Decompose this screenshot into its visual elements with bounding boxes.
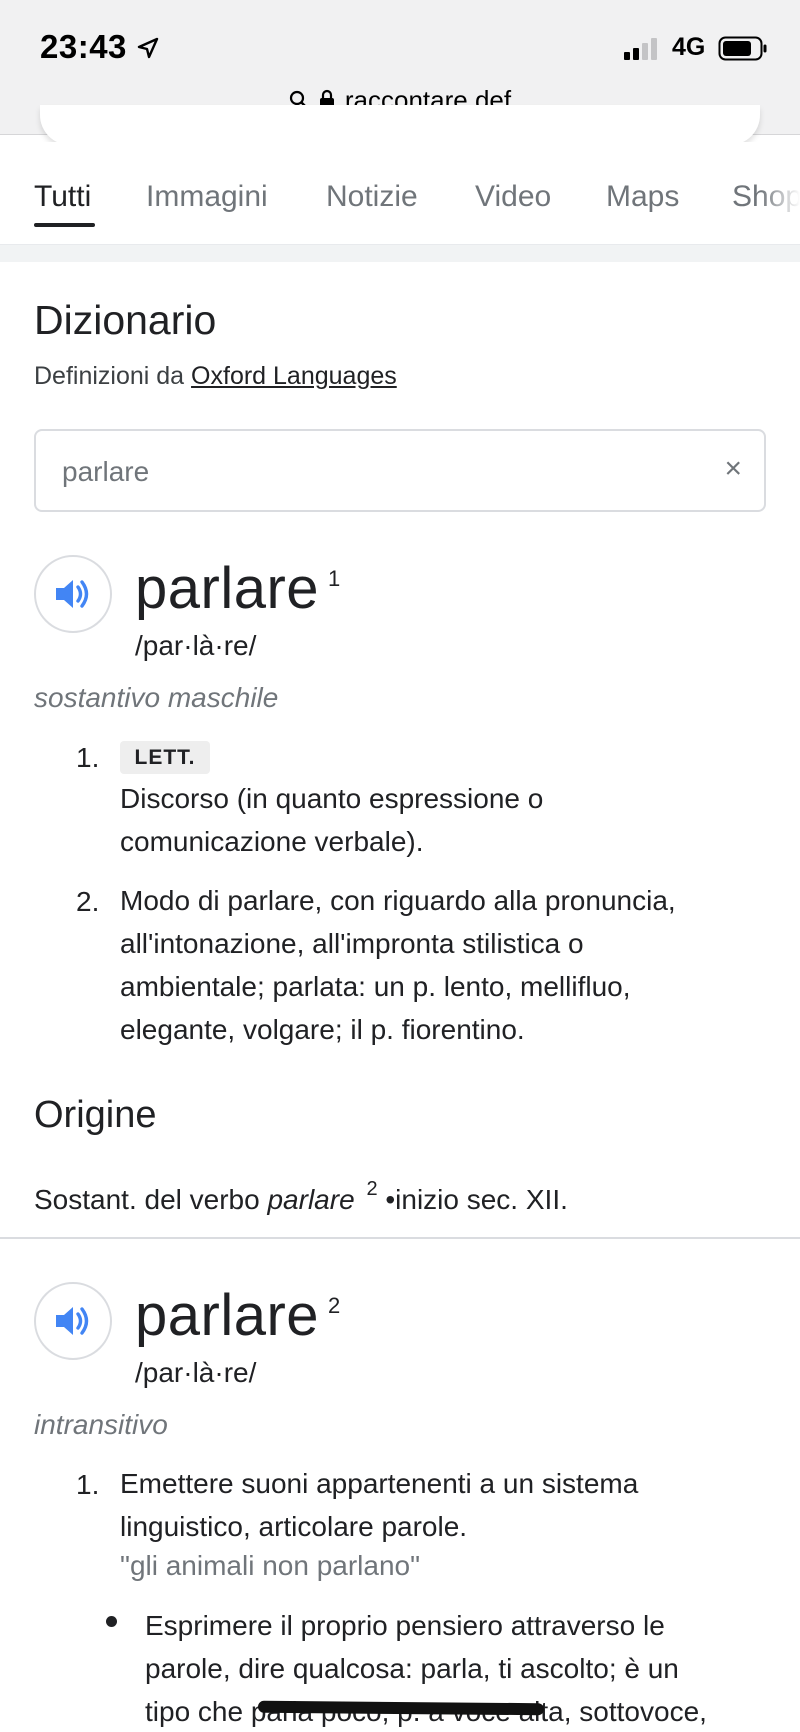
origin-before: Sostant. del verbo [34,1184,260,1215]
dictionary-input-value: parlare [62,456,150,487]
definition-line: comunicazione verbale). [120,826,424,857]
part-of-speech: sostantivo maschile [34,682,279,713]
entry-divider [0,1237,800,1239]
origin-title: Origine [34,1094,157,1136]
oxford-languages-link[interactable]: Oxford Languages [191,362,397,390]
definition-line: parole, dire qualcosa: parla, ti ascolto… [145,1653,679,1684]
phonetic: /par·là·re/ [135,1357,257,1388]
part-of-speech: intransitivo [34,1409,168,1440]
signal-strength-icon [624,36,664,60]
phonetic: /par·là·re/ [135,630,257,661]
tab-video[interactable]: Video [475,180,551,214]
tab-notizie[interactable]: Notizie [326,180,418,214]
definition-line: elegante, volgare; il p. fiorentino. [120,1014,525,1045]
line-start: tipo che [145,1696,244,1727]
active-tab-indicator [34,223,95,227]
origin-superscript: 2 [366,1178,378,1200]
speaker-icon [56,1307,89,1335]
pronunciation-button[interactable] [34,1282,112,1360]
definition-line: linguistico, articolare parole. [120,1511,468,1542]
speaker-icon [56,580,89,608]
definition-text: Modo di parlare, con riguardo alla pronu… [120,879,676,1051]
location-arrow-icon [137,37,159,59]
definition-number: 1. [76,1469,100,1500]
redaction-scribble [257,1700,545,1716]
search-box-bottom-edge [40,105,760,145]
definition-line: Emettere suoni appartenenti a un sistema [120,1468,639,1499]
tabs-fade [760,142,800,244]
pronunciation-button[interactable] [34,555,112,633]
headword-superscript: 2 [328,1293,341,1318]
line-end: alta, sottovoce, [518,1696,707,1727]
definition-line: Discorso (in quanto espressione o [120,783,544,814]
network-type: 4G [672,33,706,61]
headword: parlare [135,1283,320,1348]
tab-maps[interactable]: Maps [606,180,679,214]
dictionary-title: Dizionario [34,297,217,343]
dictionary-search-input[interactable]: parlare × [34,429,766,512]
bullet-icon [106,1616,117,1627]
usage-example: "gli animali non parlano" [120,1550,421,1581]
register-label: LETT. [120,741,210,774]
definition-number: 2. [76,886,100,917]
definition-number: 1. [76,742,100,773]
headword: parlare [135,556,320,621]
definition-line: Esprimere il proprio pensiero attraverso… [145,1610,665,1641]
definitions-source: Definizioni da Oxford Languages [34,362,397,391]
tab-immagini[interactable]: Immagini [146,180,268,214]
clear-icon[interactable]: × [724,451,742,487]
origin-word: parlare [267,1184,355,1215]
headword-superscript: 1 [328,566,341,591]
definition-line: Modo di parlare, con riguardo alla pronu… [120,885,676,916]
status-time: 23:43 [40,28,127,65]
definition-text: Emettere suoni appartenenti a un sistema… [120,1462,638,1548]
definition-line: ambientale; parlata: un p. lento, mellif… [120,971,631,1002]
source-prefix: Definizioni da [34,362,185,390]
tab-tutti[interactable]: Tutti [34,180,91,214]
origin-text: Sostant. del verbo parlare 2 •inizio sec… [34,1178,568,1216]
definition-line: all'intonazione, all'impronta stilistica… [120,928,584,959]
search-tabs: Tutti Immagini Notizie Video Maps Shop [0,142,800,244]
definition-text: Discorso (in quanto espressione o comuni… [120,777,543,863]
battery-icon [718,36,767,61]
section-separator [0,244,800,262]
origin-after: •inizio sec. XII. [385,1184,568,1215]
